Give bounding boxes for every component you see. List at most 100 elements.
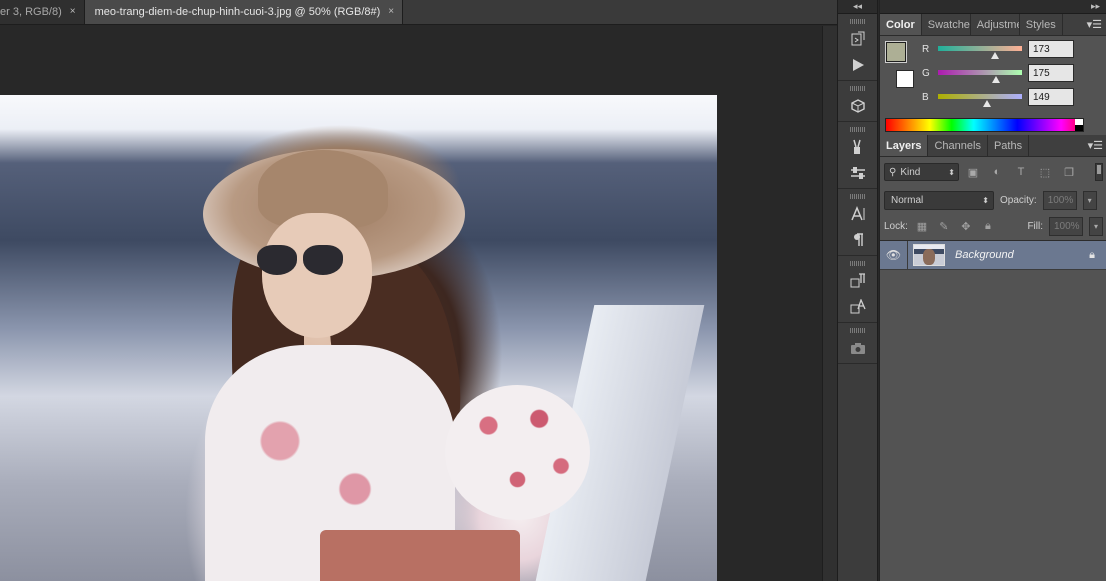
filter-kind-value: Kind bbox=[900, 166, 921, 178]
dock-group-brush bbox=[838, 122, 877, 189]
tab-paths[interactable]: Paths bbox=[988, 135, 1030, 156]
red-value-input[interactable]: 173 bbox=[1028, 40, 1074, 58]
fill-input[interactable]: 100% bbox=[1049, 217, 1083, 236]
layer-name: Background bbox=[955, 249, 1014, 261]
character-icon[interactable] bbox=[845, 203, 871, 225]
slider-thumb[interactable] bbox=[983, 100, 992, 107]
grip-icon[interactable] bbox=[849, 86, 866, 91]
close-icon[interactable]: × bbox=[386, 6, 396, 17]
opacity-label: Opacity: bbox=[1000, 194, 1037, 206]
vertical-scrollbar[interactable] bbox=[822, 26, 837, 581]
blue-value-input[interactable]: 149 bbox=[1028, 88, 1074, 106]
3d-cube-icon[interactable] bbox=[845, 95, 871, 117]
filter-shape-icon[interactable]: ⬚ bbox=[1035, 163, 1055, 181]
dock-group-3d bbox=[838, 81, 877, 122]
photoshop-window: er 3, RGB/8) × meo-trang-diem-de-chup-hi… bbox=[0, 0, 1106, 581]
lock-transparent-pixels-icon[interactable]: ▦ bbox=[914, 219, 930, 235]
dock-group-history bbox=[838, 14, 877, 81]
document-tab-active[interactable]: meo-trang-diem-de-chup-hinh-cuoi-3.jpg @… bbox=[84, 0, 404, 24]
background-color-swatch[interactable] bbox=[896, 70, 914, 88]
document-tab-bar: er 3, RGB/8) × meo-trang-diem-de-chup-hi… bbox=[0, 0, 837, 25]
channel-label: R bbox=[922, 44, 930, 55]
layers-panel: Layers Channels Paths ▾☰ ⚲ Kind ⬍ ▣ ◐ T … bbox=[880, 135, 1106, 581]
blend-mode-select[interactable]: Normal ⬍ bbox=[884, 190, 994, 210]
layer-thumbnail bbox=[913, 244, 945, 266]
color-spectrum-ramp[interactable] bbox=[885, 118, 1084, 132]
dock-group-type bbox=[838, 189, 877, 256]
layer-row-background[interactable]: 👁︎ Background 🔒︎ bbox=[880, 240, 1106, 270]
tab-adjustments[interactable]: Adjustments bbox=[971, 14, 1020, 35]
paragraph-icon[interactable] bbox=[845, 229, 871, 251]
blend-mode-value: Normal bbox=[891, 194, 924, 206]
canvas-workspace[interactable] bbox=[0, 26, 822, 581]
panel-dock-column: ◂◂ bbox=[837, 0, 878, 581]
grip-icon[interactable] bbox=[849, 127, 866, 132]
grip-icon[interactable] bbox=[849, 328, 866, 333]
character-styles-icon[interactable] bbox=[845, 296, 871, 318]
paragraph-styles-icon[interactable] bbox=[845, 270, 871, 292]
lock-label: Lock: bbox=[884, 221, 908, 232]
channel-label: G bbox=[922, 68, 930, 79]
filter-pixel-icon[interactable]: ▣ bbox=[963, 163, 983, 181]
dock-group-camera bbox=[838, 323, 877, 364]
fill-label: Fill: bbox=[1027, 221, 1043, 232]
blend-opacity-row: Normal ⬍ Opacity: 100% ▾ bbox=[880, 187, 1106, 213]
layer-filter-bar: ⚲ Kind ⬍ ▣ ◐ T ⬚ ❐ bbox=[880, 157, 1106, 187]
filter-adjustment-icon[interactable]: ◐ bbox=[987, 163, 1007, 181]
filter-toggle-switch[interactable] bbox=[1095, 163, 1103, 181]
slider-track[interactable] bbox=[938, 70, 1022, 75]
filter-smart-object-icon[interactable]: ❐ bbox=[1059, 163, 1079, 181]
document-tab-label: meo-trang-diem-de-chup-hinh-cuoi-3.jpg @… bbox=[94, 5, 381, 18]
slider-track[interactable] bbox=[938, 46, 1022, 51]
tab-color[interactable]: Color bbox=[880, 14, 922, 35]
color-panel-tabs: Color Swatches Adjustments Styles ▾☰ bbox=[880, 14, 1106, 36]
slider-track[interactable] bbox=[938, 94, 1022, 99]
collapse-dock-icon[interactable]: ◂◂ bbox=[838, 0, 877, 14]
lock-image-pixels-icon[interactable]: ✎ bbox=[936, 219, 952, 235]
chevron-down-icon[interactable]: ▾ bbox=[1082, 190, 1097, 210]
search-icon: ⚲ bbox=[889, 166, 897, 178]
panel-menu-icon[interactable]: ▾☰ bbox=[1088, 139, 1103, 152]
tab-layers[interactable]: Layers bbox=[880, 135, 929, 156]
document-tab-label: er 3, RGB/8) bbox=[0, 5, 62, 18]
lock-position-icon[interactable]: ✥ bbox=[958, 219, 974, 235]
image-sunglasses bbox=[255, 245, 345, 277]
slider-thumb[interactable] bbox=[990, 52, 999, 59]
grip-icon[interactable] bbox=[849, 19, 866, 24]
blue-channel-slider[interactable]: B 149 bbox=[922, 88, 1100, 112]
document-tab-previous[interactable]: er 3, RGB/8) × bbox=[0, 0, 85, 24]
play-action-icon[interactable] bbox=[845, 54, 871, 76]
filter-type-icon[interactable]: T bbox=[1011, 163, 1031, 181]
tab-styles[interactable]: Styles bbox=[1020, 14, 1063, 35]
grip-icon[interactable] bbox=[849, 194, 866, 199]
eye-icon[interactable]: 👁︎ bbox=[880, 240, 908, 270]
chevron-updown-icon: ⬍ bbox=[982, 195, 989, 205]
opacity-input[interactable]: 100% bbox=[1042, 190, 1077, 210]
collapse-panels-icon[interactable]: ▸▸ bbox=[880, 0, 1106, 14]
tool-sliders-icon[interactable] bbox=[845, 162, 871, 184]
channel-label: B bbox=[922, 92, 929, 103]
green-channel-slider[interactable]: G 175 bbox=[922, 64, 1100, 88]
image-bouquet bbox=[445, 385, 590, 520]
brush-presets-icon[interactable] bbox=[845, 136, 871, 158]
chevron-updown-icon: ⬍ bbox=[948, 167, 955, 177]
green-value-input[interactable]: 175 bbox=[1028, 64, 1074, 82]
lock-icon: 🔒︎ bbox=[1089, 248, 1095, 261]
camera-icon[interactable] bbox=[845, 337, 871, 359]
tab-swatches[interactable]: Swatches bbox=[922, 14, 971, 35]
slider-thumb[interactable] bbox=[991, 76, 1000, 83]
chevron-down-icon[interactable]: ▾ bbox=[1089, 217, 1103, 236]
close-icon[interactable]: × bbox=[68, 6, 78, 17]
tab-channels[interactable]: Channels bbox=[928, 135, 988, 156]
lock-all-icon[interactable]: 🔒︎ bbox=[980, 219, 996, 235]
image-brick-ledge bbox=[320, 530, 520, 581]
grip-icon[interactable] bbox=[849, 261, 866, 266]
dock-group-styles bbox=[838, 256, 877, 323]
history-icon[interactable] bbox=[845, 28, 871, 50]
foreground-color-swatch[interactable] bbox=[885, 41, 907, 63]
lock-fill-row: Lock: ▦ ✎ ✥ 🔒︎ Fill: 100% ▾ bbox=[880, 213, 1106, 241]
red-channel-slider[interactable]: R 173 bbox=[922, 40, 1100, 64]
panel-menu-icon[interactable]: ▾☰ bbox=[1087, 18, 1102, 31]
document-image[interactable] bbox=[0, 95, 717, 581]
filter-kind-select[interactable]: ⚲ Kind ⬍ bbox=[884, 163, 959, 181]
